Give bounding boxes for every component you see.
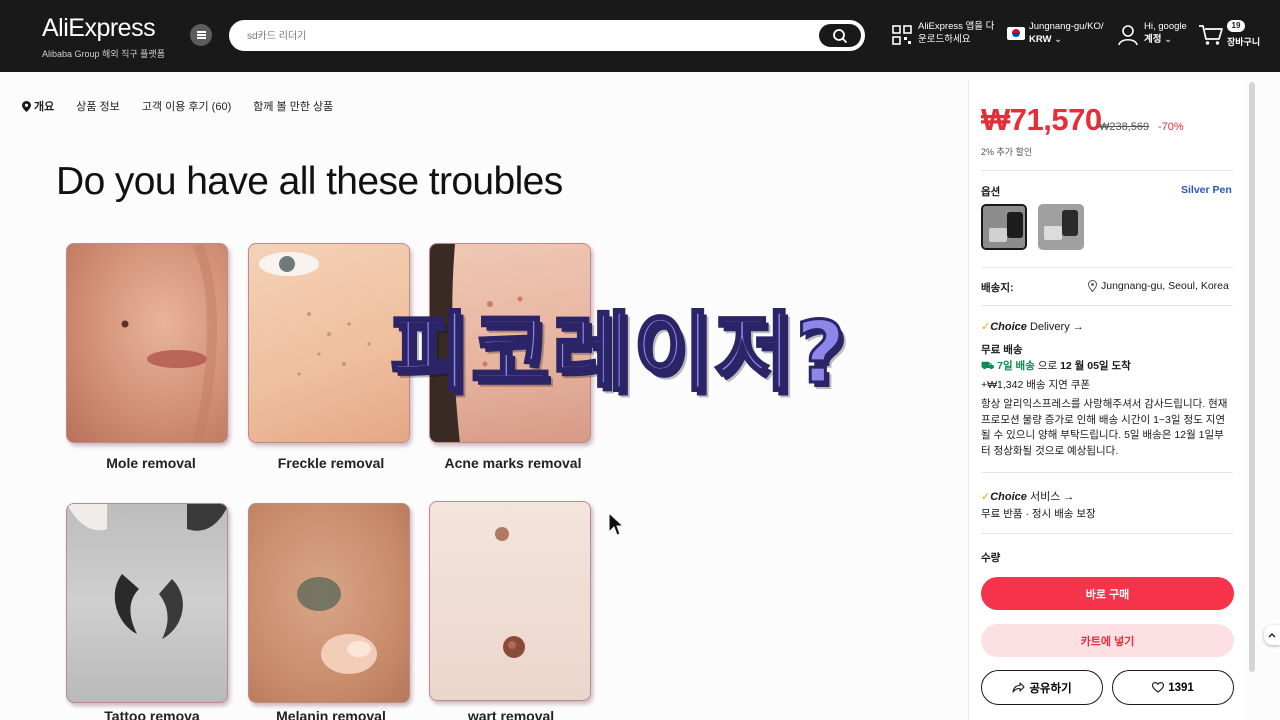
cart-label[interactable]: 장바구니 bbox=[1227, 36, 1260, 49]
mole-removal-image bbox=[66, 243, 228, 443]
wishlist-count: 1391 bbox=[1168, 681, 1194, 694]
choice-delivery-link[interactable]: ✓Choice Delivery → bbox=[981, 320, 1084, 333]
tattoo-photo-illustration bbox=[67, 504, 227, 639]
locale-selector[interactable]: Jungnang-gu/KO/ KRW ⌄ bbox=[1029, 20, 1103, 46]
wart-removal-image bbox=[429, 501, 591, 701]
service-items: 무료 반품 · 정시 배송 보장 bbox=[981, 508, 1096, 520]
aliexpress-logo[interactable]: AliExpress bbox=[42, 14, 156, 43]
video-overlay-caption: 피코레이저? bbox=[389, 303, 848, 403]
melanin-photo-illustration bbox=[297, 577, 377, 674]
ship-to-location[interactable]: Jungnang-gu, Seoul, Korea bbox=[1101, 280, 1229, 292]
account-label: 계정 bbox=[1144, 34, 1162, 45]
chevron-up-icon bbox=[1268, 633, 1276, 638]
tab-product-info[interactable]: 상품 정보 bbox=[76, 98, 120, 114]
tab-overview[interactable]: 개요 bbox=[22, 98, 54, 114]
search-icon bbox=[833, 28, 847, 43]
tile-caption-wart: wart removal bbox=[467, 708, 555, 720]
app-download-link[interactable]: AliExpress 앱을 다 운로드하세요 bbox=[918, 20, 994, 46]
delivery-mid-text: 으로 bbox=[1037, 360, 1058, 372]
device-thumbnail bbox=[1038, 204, 1084, 250]
option-selected-value: Silver Pen bbox=[1181, 184, 1232, 196]
tab-overview-label: 개요 bbox=[34, 101, 55, 113]
product-subnav: 개요 상품 정보 고객 이용 후기 (60) 함께 볼 만한 상품 bbox=[22, 98, 333, 114]
mouse-cursor-icon bbox=[608, 512, 624, 536]
cart-icon[interactable] bbox=[1198, 24, 1224, 46]
divider bbox=[981, 267, 1233, 268]
qr-icon[interactable] bbox=[892, 25, 912, 45]
choice-service-link[interactable]: ✓Choice 서비스 → bbox=[981, 488, 1074, 504]
location-pin-icon bbox=[1088, 280, 1097, 292]
divider bbox=[981, 472, 1233, 473]
chevron-down-icon: ⌄ bbox=[1054, 34, 1063, 45]
chevron-down-icon: ⌄ bbox=[1164, 34, 1173, 45]
share-label: 공유하기 bbox=[1029, 682, 1072, 695]
heart-icon bbox=[1152, 682, 1165, 693]
product-image-headline: Do you have all these troubles bbox=[56, 160, 563, 203]
free-shipping-label: 무료 배송 bbox=[981, 344, 1023, 356]
tab-reviews[interactable]: 고객 이용 후기 (60) bbox=[142, 98, 231, 114]
page: AliExpress Alibaba Group 해외 직구 플랫폼 AliEx… bbox=[0, 0, 1280, 720]
search-bar bbox=[229, 20, 865, 51]
choice-service-suffix: 서비스 → bbox=[1029, 491, 1075, 503]
quantity-label: 수량 bbox=[981, 552, 1001, 564]
delay-coupon: +₩1,342 배송 지연 쿠폰 bbox=[981, 379, 1091, 391]
discount-percent: -70% bbox=[1158, 121, 1184, 133]
logo-subtitle: Alibaba Group 해외 직구 플랫폼 bbox=[42, 49, 165, 59]
locale-region: Jungnang-gu/KO/ bbox=[1029, 21, 1104, 32]
face-photo-illustration bbox=[121, 244, 217, 442]
account-greeting: Hi, google bbox=[1144, 21, 1187, 32]
divider bbox=[981, 533, 1233, 534]
delivery-estimate: ⛟ 7일 배송 으로 12 월 05일 도착 bbox=[981, 359, 1131, 375]
scroll-up-button[interactable] bbox=[1264, 625, 1280, 645]
choice-brand: Choice bbox=[990, 491, 1027, 503]
divider bbox=[981, 305, 1233, 306]
tile-caption-acne: Acne marks removal bbox=[444, 455, 582, 471]
option-thumb-alt[interactable] bbox=[1038, 204, 1084, 250]
wishlist-button[interactable]: 1391 bbox=[1112, 670, 1234, 705]
tile-caption-mole: Mole removal bbox=[106, 455, 196, 471]
checkmark-icon: ✓ bbox=[981, 491, 991, 503]
search-button[interactable] bbox=[819, 24, 861, 47]
cart-count-badge: 19 bbox=[1227, 20, 1245, 32]
delivery-days: 7일 배송 bbox=[997, 360, 1035, 372]
top-header: AliExpress Alibaba Group 해외 직구 플랫폼 AliEx… bbox=[0, 0, 1280, 72]
buy-now-button[interactable]: 바로 구매 bbox=[981, 577, 1234, 610]
tattoo-removal-image bbox=[66, 503, 228, 703]
freckle-photo-illustration bbox=[259, 252, 371, 376]
freckle-removal-image bbox=[248, 243, 410, 443]
share-icon bbox=[1012, 682, 1025, 693]
app-download-line2: 운로드하세요 bbox=[918, 34, 971, 45]
option-label: 옵션 bbox=[981, 186, 1001, 198]
search-input[interactable] bbox=[247, 28, 807, 44]
melanin-removal-image bbox=[248, 503, 410, 703]
app-download-line1: AliExpress 앱을 다 bbox=[918, 21, 995, 32]
extra-discount: 2% 추가 할인 bbox=[981, 147, 1033, 157]
user-icon[interactable] bbox=[1118, 24, 1138, 46]
original-price: ₩238,569 bbox=[1099, 121, 1150, 133]
location-pin-icon bbox=[22, 100, 31, 112]
menu-icon[interactable] bbox=[190, 24, 212, 46]
tile-caption-melanin: Melanin removal bbox=[276, 708, 386, 720]
wart-photo-illustration bbox=[495, 527, 525, 658]
choice-delivery-suffix: Delivery → bbox=[1029, 321, 1084, 333]
option-thumb-silver-pen[interactable] bbox=[981, 204, 1027, 250]
choice-brand: Choice bbox=[990, 321, 1027, 333]
add-to-cart-button[interactable]: 카트에 넣기 bbox=[981, 624, 1234, 657]
current-price: ₩71,570 bbox=[981, 102, 1102, 137]
tile-caption-tattoo: Tattoo remova bbox=[104, 708, 200, 720]
locale-currency: KRW bbox=[1029, 34, 1052, 45]
checkmark-icon: ✓ bbox=[981, 321, 991, 333]
ship-to-label: 배송지: bbox=[981, 282, 1014, 294]
device-thumbnail bbox=[983, 206, 1025, 248]
tab-related-products[interactable]: 함께 볼 만한 상품 bbox=[253, 98, 333, 114]
delivery-notice: 항상 알리익스프레스를 사랑해주셔서 감사드립니다. 현재 프로모션 물량 증가… bbox=[981, 398, 1228, 457]
truck-icon: ⛟ bbox=[981, 360, 995, 372]
panel-scrollbar[interactable] bbox=[1249, 82, 1255, 672]
share-button[interactable]: 공유하기 bbox=[981, 670, 1103, 705]
korea-flag-icon bbox=[1007, 27, 1025, 40]
divider bbox=[981, 170, 1233, 171]
account-menu[interactable]: Hi, google 계정 ⌄ bbox=[1144, 20, 1187, 46]
tile-caption-freckle: Freckle removal bbox=[277, 455, 385, 471]
delivery-date: 12 월 05일 도착 bbox=[1060, 360, 1131, 372]
